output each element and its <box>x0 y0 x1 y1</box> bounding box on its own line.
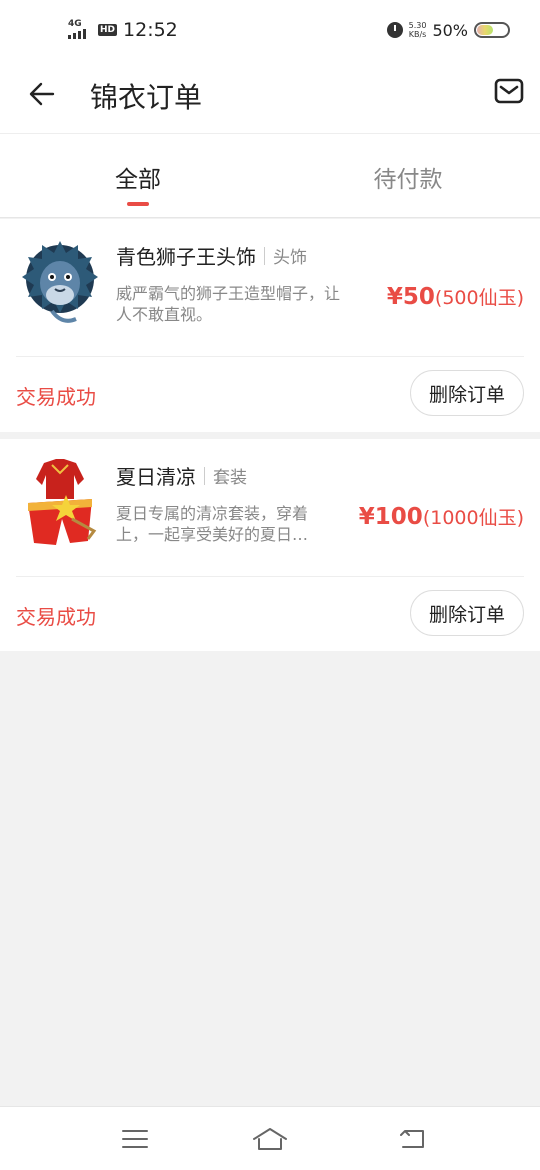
item-description-line1: 夏日专属的清凉套装，穿着 <box>116 504 309 523</box>
item-description: 威严霸气的狮子王造型帽子，让人不敢直视。 <box>116 284 341 324</box>
app-header: 锦衣订单 <box>0 60 540 134</box>
item-name: 青色狮子王头饰 <box>116 245 256 269</box>
alarm-icon <box>386 22 403 38</box>
menu-button[interactable] <box>115 1123 155 1155</box>
hd-icon: HD <box>98 24 118 36</box>
menu-icon <box>122 1130 148 1148</box>
battery-percent: 50% <box>432 20 468 40</box>
item-description-line2: 上，一起享受美好的夏日… <box>116 525 309 544</box>
item-name-row: 青色狮子王头饰 头饰 <box>116 241 307 270</box>
system-nav-bar <box>0 1106 540 1170</box>
active-tab-indicator <box>127 202 149 206</box>
tab-pending-payment[interactable]: 待付款 <box>338 160 478 194</box>
signal-icon: 4G <box>68 19 92 39</box>
item-category: 头饰 <box>273 248 307 268</box>
page-title: 锦衣订单 <box>90 81 203 114</box>
order-card: 夏日清凉 套装 夏日专属的清凉套装，穿着 上，一起享受美好的夏日… ¥100(1… <box>0 439 540 651</box>
divider <box>16 576 524 577</box>
network-type: 4G <box>68 19 82 29</box>
back-arrow-icon <box>29 82 55 106</box>
item-name: 夏日清凉 <box>116 465 196 489</box>
clock: 12:52 <box>123 19 178 41</box>
network-speed: 5.30 KB/s <box>409 21 427 39</box>
item-category: 套装 <box>213 468 247 488</box>
delete-order-button[interactable]: 删除订单 <box>410 370 524 416</box>
price-yen: ¥50 <box>386 284 435 310</box>
back-button[interactable] <box>22 74 62 114</box>
delete-order-button[interactable]: 删除订单 <box>410 590 524 636</box>
order-status: 交易成功 <box>16 385 96 409</box>
status-bar: 4G HD 12:52 5.30 KB/s 50% <box>0 0 540 60</box>
item-price: ¥50(500仙玉) <box>387 283 524 310</box>
order-card: 青色狮子王头饰 头饰 威严霸气的狮子王造型帽子，让人不敢直视。 ¥50(500仙… <box>0 219 540 432</box>
item-description: 夏日专属的清凉套装，穿着 上，一起享受美好的夏日… <box>116 503 342 545</box>
price-yen: ¥100 <box>358 504 423 530</box>
separator <box>204 466 205 485</box>
price-jade: (1000仙玉) <box>422 507 524 529</box>
speed-unit: KB/s <box>408 30 427 39</box>
return-button[interactable] <box>392 1123 432 1155</box>
item-price: ¥100(1000仙玉) <box>359 503 524 530</box>
status-right: 5.30 KB/s 50% <box>386 18 510 42</box>
return-icon <box>400 1130 424 1148</box>
order-status: 交易成功 <box>16 605 96 629</box>
home-icon <box>253 1128 287 1150</box>
tab-all[interactable]: 全部 <box>68 160 208 194</box>
home-button[interactable] <box>250 1123 290 1155</box>
order-tabs: 全部 待付款 <box>0 134 540 218</box>
speed-value: 5.30 <box>408 21 427 30</box>
lion-headwear-thumbnail[interactable] <box>22 239 98 331</box>
mail-icon <box>494 78 524 104</box>
item-name-row: 夏日清凉 套装 <box>116 461 247 490</box>
status-left: 4G HD 12:52 <box>68 18 178 42</box>
separator <box>264 246 265 265</box>
summer-outfit-thumbnail[interactable] <box>22 459 98 551</box>
battery-icon <box>474 22 510 38</box>
mail-button[interactable] <box>492 74 526 108</box>
price-jade: (500仙玉) <box>434 287 524 309</box>
divider <box>16 356 524 357</box>
